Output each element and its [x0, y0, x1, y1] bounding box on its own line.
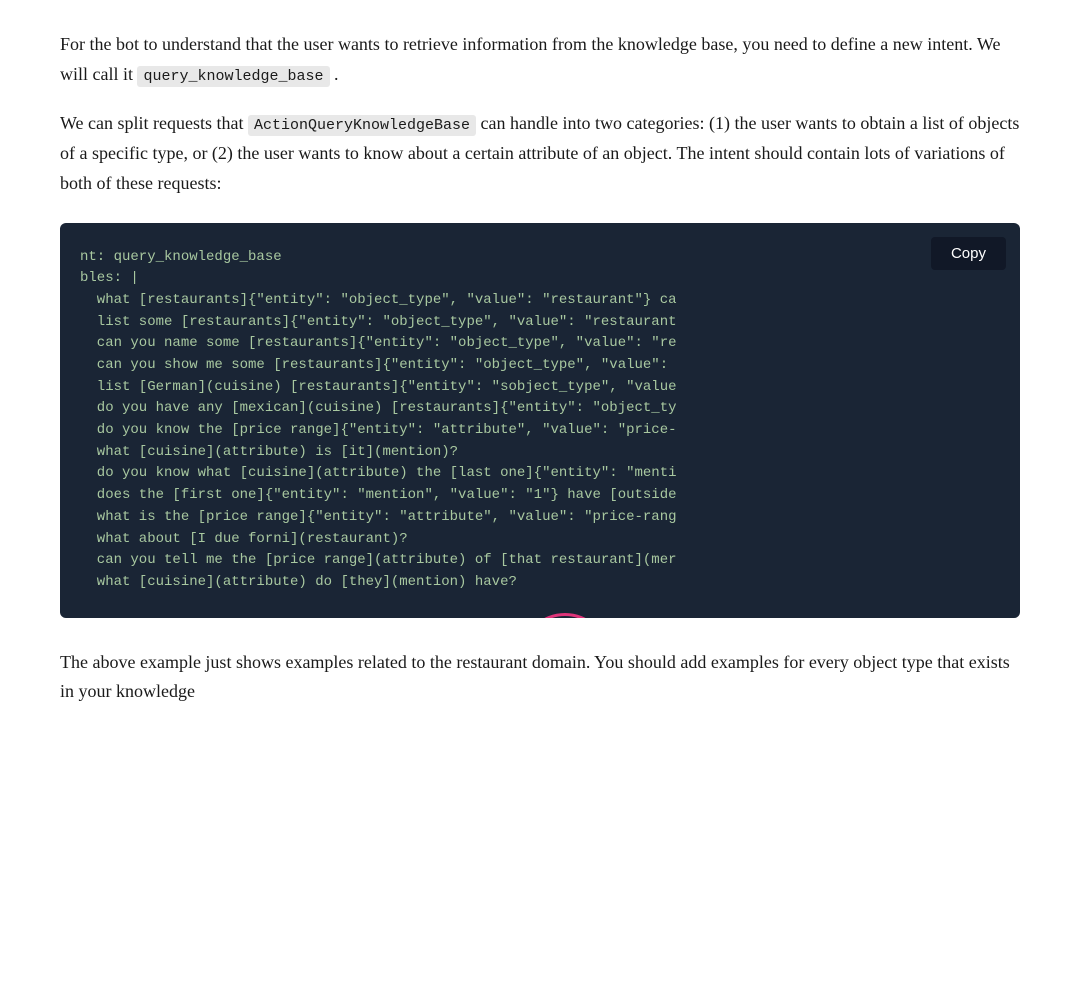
code-line: do you know the [price range]{"entity": … [80, 420, 1000, 442]
outro-paragraph: The above example just shows examples re… [60, 648, 1020, 707]
code-line: list some [restaurants]{"entity": "objec… [80, 312, 1000, 334]
inline-code-action: ActionQueryKnowledgeBase [248, 115, 476, 136]
code-line: can you tell me the [price range](attrib… [80, 550, 1000, 572]
code-line: can you name some [restaurants]{"entity"… [80, 333, 1000, 355]
intro-text-1-end: . [334, 64, 339, 84]
code-line: what [restaurants]{"entity": "object_typ… [80, 290, 1000, 312]
copy-button[interactable]: Copy [931, 237, 1006, 270]
code-line: what [cuisine](attribute) is [it](mentio… [80, 442, 1000, 464]
code-scroll-area[interactable]: nt: query_knowledge_basebles: | what [re… [60, 223, 1020, 618]
intro-text-2-start: We can split requests that [60, 113, 244, 133]
intro-paragraph-1: For the bot to understand that the user … [60, 30, 1020, 89]
code-line: can you show me some [restaurants]{"enti… [80, 355, 1000, 377]
code-line: what is the [price range]{"entity": "att… [80, 507, 1000, 529]
code-block-container: Copy nt: query_knowledge_basebles: | wha… [60, 223, 1020, 618]
inline-code-query: query_knowledge_base [137, 66, 329, 87]
intro-paragraph-2: We can split requests that ActionQueryKn… [60, 109, 1020, 198]
code-line: list [German](cuisine) [restaurants]{"en… [80, 377, 1000, 399]
code-line: bles: | [80, 268, 1000, 290]
code-line: what about [I due forni](restaurant)? [80, 529, 1000, 551]
code-line: do you know what [cuisine](attribute) th… [80, 463, 1000, 485]
code-line: what [cuisine](attribute) do [they](ment… [80, 572, 1000, 594]
code-line: nt: query_knowledge_base [80, 247, 1000, 269]
code-line: do you have any [mexican](cuisine) [rest… [80, 398, 1000, 420]
code-line: does the [first one]{"entity": "mention"… [80, 485, 1000, 507]
code-content: nt: query_knowledge_basebles: | what [re… [80, 247, 1000, 594]
